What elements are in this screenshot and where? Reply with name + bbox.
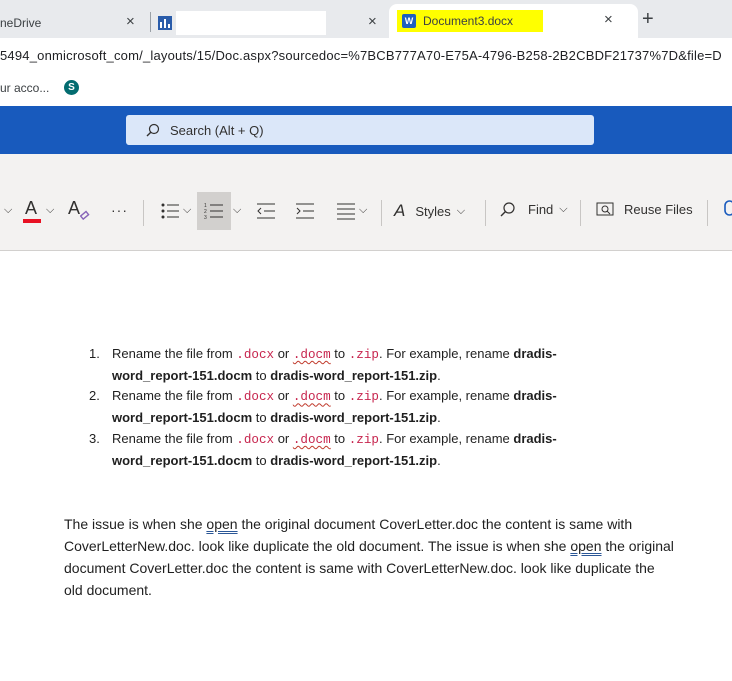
code-docx: .docx (236, 432, 275, 447)
chevron-down-icon[interactable]: ⌵ (233, 204, 241, 217)
tab-separator (150, 12, 151, 32)
bold-filename: dradis-word_report-151.zip (270, 367, 438, 383)
bullets-icon[interactable] (160, 202, 180, 220)
find-label: Find (528, 201, 554, 217)
tab-title: neDrive (0, 16, 42, 30)
code-docx: .docx (236, 348, 275, 362)
clear-formatting-button[interactable]: A (66, 198, 90, 222)
bookmark-label[interactable]: ur acco... (0, 81, 49, 95)
list-text: . (437, 410, 441, 426)
code-docm: .docm (292, 432, 331, 447)
tab-title: Document3.docx (423, 14, 514, 28)
ribbon-separator (485, 200, 486, 226)
grammar-flag-open[interactable]: open (570, 538, 601, 554)
decrease-indent-icon[interactable] (256, 202, 276, 220)
ribbon-separator (381, 200, 382, 226)
clear-formatting-icon: A (68, 198, 81, 218)
ribbon-separator (707, 200, 708, 226)
search-icon (146, 123, 160, 137)
list-text: to (330, 346, 349, 361)
grammar-flag-open[interactable]: open (206, 516, 237, 532)
list-text: or (274, 430, 293, 446)
code-zip: .zip (348, 348, 379, 362)
url-text[interactable]: 5494_onmicrosoft_com/_layouts/15/Doc.asp… (0, 48, 732, 63)
list-number: 1. (89, 346, 100, 361)
tab-redacted[interactable]: × (158, 8, 388, 38)
list-text: to (330, 430, 349, 446)
code-docm: .docm (292, 390, 331, 405)
list-item[interactable]: 2. Rename the file from .docx or .docm t… (86, 386, 626, 428)
redacted-title (176, 11, 326, 35)
list-text: to (252, 410, 271, 426)
close-icon[interactable]: × (604, 11, 613, 28)
site-icon (158, 16, 172, 30)
svg-text:3: 3 (204, 215, 207, 220)
font-color-icon: A (25, 198, 38, 218)
list-text: Rename the file from (112, 388, 237, 404)
bookmarks-bar (0, 72, 732, 102)
close-icon[interactable]: × (368, 13, 377, 30)
list-text: to (252, 367, 271, 383)
eraser-icon (80, 210, 90, 220)
styles-label: Styles (415, 203, 451, 219)
bold-filename: dradis-word_report-151.zip (270, 452, 438, 468)
code-zip: .zip (348, 432, 379, 447)
search-box[interactable]: Search (Alt + Q) (126, 115, 594, 145)
chevron-down-icon[interactable]: ⌵ (4, 204, 12, 217)
list-text: . For example, rename (378, 388, 514, 404)
reuse-files-label: Reuse Files (624, 201, 693, 217)
list-number: 2. (89, 388, 100, 404)
reuse-files-icon (596, 202, 614, 216)
list-item[interactable]: 3. Rename the file from .docx or .docm t… (86, 429, 626, 471)
code-docx: .docx (236, 390, 275, 405)
font-color-swatch (23, 219, 41, 223)
numbering-icon[interactable]: 1 2 3 (204, 202, 224, 220)
paragraph-text: The issue is when she (64, 516, 207, 532)
list-text: . For example, rename (378, 430, 514, 446)
tab-onedrive[interactable]: neDrive × (0, 8, 150, 38)
chevron-down-icon: ⌵ (456, 204, 466, 217)
ribbon-separator (580, 200, 581, 226)
search-icon (500, 202, 515, 217)
ribbon-separator (143, 200, 144, 226)
word-icon: W (402, 14, 416, 28)
list-item[interactable]: 1. Rename the file from .docx or .docm t… (86, 344, 626, 386)
new-tab-button[interactable]: + (642, 8, 654, 31)
body-paragraph[interactable]: The issue is when she open the original … (64, 513, 674, 601)
list-text: . (437, 452, 441, 468)
dictate-icon[interactable] (722, 200, 732, 222)
bold-filename: dradis-word_report-151.zip (270, 410, 438, 426)
list-text: . (437, 367, 441, 383)
align-icon[interactable] (336, 202, 356, 220)
find-button[interactable]: Find ⌵ (500, 201, 568, 217)
increase-indent-icon[interactable] (295, 202, 315, 220)
styles-icon: A (394, 201, 406, 220)
chevron-down-icon: ⌵ (559, 202, 568, 215)
styles-button[interactable]: A Styles ⌵ (394, 201, 465, 221)
close-icon[interactable]: × (126, 13, 135, 30)
chevron-down-icon[interactable]: ⌵ (46, 204, 54, 217)
list-text: Rename the file from (112, 430, 237, 446)
list-text: to (330, 388, 349, 404)
list-text: or (274, 346, 293, 361)
numbered-list[interactable]: 1. Rename the file from .docx or .docm t… (86, 344, 626, 471)
chevron-down-icon[interactable]: ⌵ (183, 204, 191, 217)
list-number: 3. (89, 430, 100, 446)
code-zip: .zip (348, 390, 379, 405)
search-placeholder: Search (Alt + Q) (170, 122, 264, 138)
chevron-down-icon[interactable]: ⌵ (359, 204, 367, 217)
list-text: to (252, 452, 271, 468)
list-text: . For example, rename (378, 346, 514, 361)
sharepoint-icon[interactable]: S (64, 80, 79, 95)
reuse-files-button[interactable]: Reuse Files (596, 201, 693, 217)
font-color-button[interactable]: A (22, 198, 42, 223)
code-docm: .docm (292, 348, 331, 362)
more-options-icon[interactable]: ··· (111, 202, 128, 218)
list-text: Rename the file from (112, 346, 237, 361)
list-text: or (274, 388, 293, 404)
